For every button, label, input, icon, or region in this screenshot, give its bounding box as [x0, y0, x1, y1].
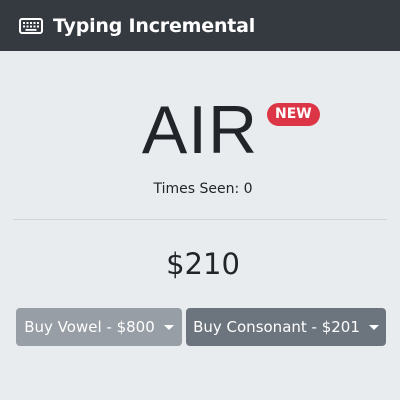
- buy-vowel-button[interactable]: Buy Vowel - $800: [16, 308, 182, 346]
- app-title: Typing Incremental: [53, 14, 256, 37]
- divider: [13, 219, 387, 220]
- buy-consonant-label: Buy Consonant - $201: [193, 318, 360, 336]
- app-brand[interactable]: Typing Incremental: [19, 15, 255, 37]
- new-badge: NEW: [267, 103, 320, 126]
- caret-down-icon: [163, 324, 174, 330]
- money-balance: $210: [166, 247, 240, 281]
- times-seen-label: Times Seen: 0: [153, 181, 253, 197]
- buy-consonant-button[interactable]: Buy Consonant - $201: [186, 308, 386, 346]
- navbar: Typing Incremental: [0, 0, 400, 51]
- word-display: AIR NEW: [0, 90, 400, 170]
- current-word: AIR: [141, 92, 259, 168]
- keyboard-icon: [19, 17, 43, 34]
- caret-down-icon: [368, 324, 379, 330]
- buy-vowel-label: Buy Vowel - $800: [24, 318, 155, 336]
